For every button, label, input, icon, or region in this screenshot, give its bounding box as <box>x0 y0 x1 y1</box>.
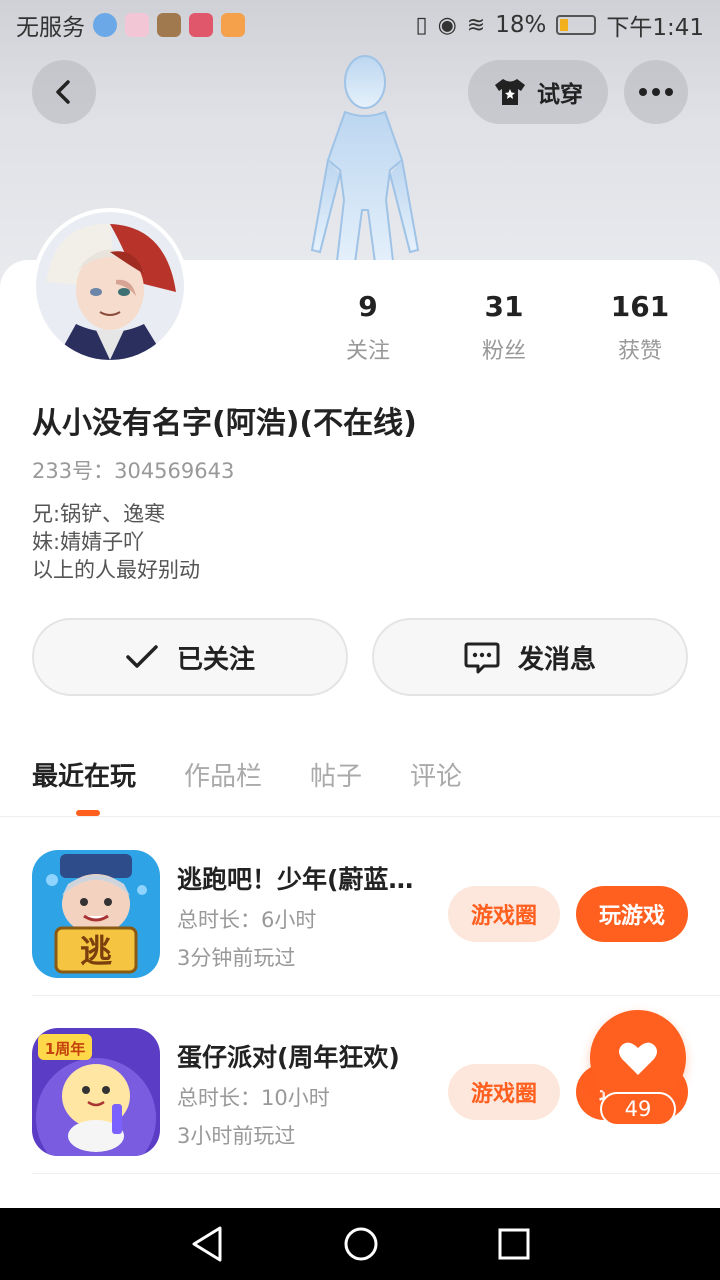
message-label: 发消息 <box>517 644 596 675</box>
battery-icon <box>556 15 597 35</box>
heart-icon <box>619 1042 657 1075</box>
tab-recent-playing[interactable]: 最近在玩 <box>32 756 136 816</box>
profile-uid: 233号：304569643 <box>32 455 234 485</box>
game-circle-button[interactable]: 游戏圈 <box>448 886 560 942</box>
stat-label: 粉丝 <box>481 339 526 364</box>
stat-likes[interactable]: 161 获赞 <box>572 290 708 365</box>
battery-percent: 18% <box>495 12 547 38</box>
game-last-played: 3分钟前玩过 <box>177 946 296 970</box>
game-list-item[interactable]: 逃 逃跑吧！少年(蔚蓝… 总时长：6小时 3分钟前玩过 游戏圈 玩游戏 <box>32 818 720 996</box>
nav-recents-icon[interactable] <box>498 1228 530 1260</box>
avatar-image <box>36 212 184 360</box>
nav-home-icon[interactable] <box>343 1226 379 1262</box>
list-divider <box>32 1173 720 1174</box>
game-icon-text: 逃 <box>80 932 112 970</box>
stat-number: 31 <box>484 290 524 323</box>
profile-bio: 兄:锅铲、逸寒 妹:婧婧子吖 以上的人最好别动 <box>32 500 200 584</box>
app-notification-icon <box>221 13 245 37</box>
game-icon: 1周年 <box>32 1028 160 1156</box>
vibrate-icon: ▯ <box>415 12 428 38</box>
wifi-icon: ≋ <box>466 12 486 38</box>
carrier-text: 无服务 <box>16 15 85 41</box>
system-navigation-bar <box>0 1208 720 1280</box>
nav-back-icon[interactable] <box>190 1225 224 1263</box>
game-duration: 总时长：6小时 <box>177 908 317 932</box>
app-notification-icon <box>125 13 149 37</box>
avatar[interactable] <box>32 208 188 364</box>
bio-line: 以上的人最好别动 <box>32 558 200 582</box>
try-on-button[interactable]: 试穿 <box>468 60 608 124</box>
stat-label: 关注 <box>345 339 390 364</box>
stat-following[interactable]: 9 关注 <box>300 290 436 365</box>
uid-value: 304569643 <box>114 459 235 483</box>
profile-tabs: 最近在玩 作品栏 帖子 评论 <box>32 756 462 816</box>
try-on-label: 试穿 <box>537 82 583 108</box>
checkmark-icon <box>126 645 158 668</box>
stat-number: 9 <box>358 290 378 323</box>
message-button[interactable]: 发消息 <box>372 618 688 696</box>
profile-name: 从小没有名字(阿浩)(不在线) <box>32 406 417 441</box>
app-notification-icon <box>189 13 213 37</box>
profile-stats: 9 关注 31 粉丝 161 获赞 <box>300 290 710 365</box>
chevron-left-icon <box>56 80 70 104</box>
status-bar: 无服务 ▯ ◉ ≋ 18% 下午1:41 <box>0 0 720 50</box>
tab-posts[interactable]: 帖子 <box>310 756 362 816</box>
tab-comments[interactable]: 评论 <box>410 756 462 816</box>
avatar-hologram-figure <box>310 55 420 270</box>
more-dots-icon <box>639 88 673 96</box>
eye-icon: ◉ <box>437 12 457 38</box>
more-button[interactable] <box>624 60 688 124</box>
stat-followers[interactable]: 31 粉丝 <box>436 290 572 365</box>
chat-bubble-icon <box>464 642 500 674</box>
back-button[interactable] <box>32 60 96 124</box>
bio-line: 兄:锅铲、逸寒 <box>32 502 166 526</box>
app-notification-icon <box>157 13 181 37</box>
tabs-divider <box>0 816 720 817</box>
clock: 下午1:41 <box>606 15 704 41</box>
game-icon: 逃 <box>32 850 160 978</box>
follow-label: 已关注 <box>176 644 255 675</box>
game-last-played: 3小时前玩过 <box>177 1124 296 1148</box>
stat-label: 获赞 <box>617 339 662 364</box>
play-game-button[interactable]: 玩游戏 <box>576 886 688 942</box>
game-circle-button[interactable]: 游戏圈 <box>448 1064 560 1120</box>
uid-label: 233号： <box>32 459 115 483</box>
tshirt-icon <box>495 79 525 105</box>
game-title: 逃跑吧！少年(蔚蓝… <box>177 865 414 894</box>
follow-button[interactable]: 已关注 <box>32 618 348 696</box>
game-title: 蛋仔派对(周年狂欢) <box>177 1043 400 1072</box>
app-notification-icon <box>93 13 117 37</box>
game-icon-text: 1周年 <box>45 1040 85 1058</box>
bio-line: 妹:婧婧子吖 <box>32 530 145 554</box>
game-duration: 总时长：10小时 <box>177 1086 330 1110</box>
stat-number: 161 <box>610 290 670 323</box>
like-count: 49 <box>600 1092 676 1126</box>
tab-works[interactable]: 作品栏 <box>184 756 262 816</box>
